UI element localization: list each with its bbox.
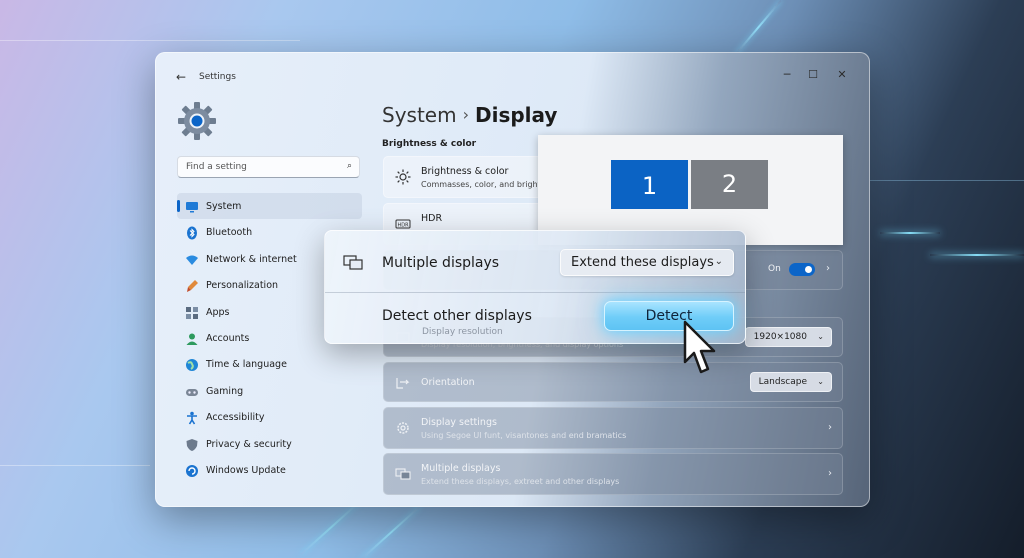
detect-other-displays-label: Detect other displays — [382, 308, 532, 324]
orientation-value: Landscape — [758, 377, 807, 387]
brush-icon — [185, 278, 199, 293]
chevron-right-icon: › — [828, 468, 832, 479]
bg-grid-line — [0, 40, 300, 41]
chevron-down-icon: ⌄ — [817, 377, 824, 386]
divider — [325, 292, 745, 293]
toggle-state-label: On — [768, 264, 781, 274]
shield-icon — [185, 437, 199, 451]
bg-diagonal-line — [300, 500, 362, 556]
maximize-button[interactable]: ☐ — [804, 67, 822, 83]
search-placeholder: Find a setting — [186, 162, 247, 172]
chevron-right-icon: › — [828, 422, 832, 433]
sidebar-item-label: Apps — [206, 306, 230, 318]
breadcrumb-separator: › — [462, 105, 469, 124]
settings-gear-icon — [177, 101, 217, 141]
chevron-right-icon[interactable]: › — [826, 263, 830, 274]
wifi-icon — [185, 252, 199, 266]
accessibility-icon — [185, 410, 199, 425]
display-mode-value: Extend these displays — [571, 255, 714, 270]
monitor-2-tile[interactable]: 2 — [691, 160, 768, 209]
ghost-subtitle: Display resolution — [422, 327, 503, 337]
chevron-down-icon: ⌄ — [817, 332, 824, 341]
sidebar-item-label: Personalization — [206, 280, 279, 292]
apps-icon — [185, 305, 199, 319]
sidebar-item-label: Bluetooth — [206, 227, 253, 239]
section-heading: Brightness & color — [382, 139, 477, 149]
toggle-knob — [805, 266, 812, 273]
breadcrumb: System › Display — [382, 103, 557, 127]
svg-text:HDR: HDR — [397, 223, 409, 229]
multiple-displays-icon — [395, 466, 411, 482]
sidebar-item-label: Network & internet — [206, 253, 297, 265]
monitor-1-tile[interactable]: 1 — [611, 160, 688, 209]
orientation-icon — [395, 375, 411, 391]
resolution-dropdown[interactable]: 1920×1080 ⌄ — [744, 327, 832, 347]
card-subtitle: Extend these displays, extreet and other… — [421, 477, 620, 486]
sun-icon — [395, 169, 411, 185]
title-bar: ← Settings ─ ☐ ✕ — [155, 52, 870, 96]
card-title: Orientation — [421, 377, 475, 388]
card-title: Brightness & color — [421, 166, 509, 177]
mouse-pointer-icon — [683, 320, 717, 378]
breadcrumb-parent[interactable]: System — [382, 103, 457, 127]
sidebar-item-privacy[interactable]: Privacy & security — [177, 431, 362, 457]
chevron-down-icon: ⌄ — [714, 256, 723, 267]
card-title: HDR — [421, 213, 443, 224]
resolution-value: 1920×1080 — [753, 332, 807, 342]
page-title: Display — [475, 103, 558, 127]
controller-icon — [185, 384, 199, 398]
display-mode-dropdown[interactable]: Extend these displays ⌄ — [560, 249, 734, 276]
search-input[interactable]: Find a setting ⌕ — [177, 156, 360, 178]
bg-glow-line — [930, 254, 1024, 256]
hdr-toggle[interactable] — [789, 263, 815, 276]
sidebar-item-label: Gaming — [206, 385, 244, 397]
multiple-displays-icon — [343, 254, 363, 272]
sidebar-item-label: Accessibility — [206, 412, 265, 424]
active-indicator — [177, 200, 180, 212]
sidebar-item-label: System — [206, 201, 242, 212]
close-button[interactable]: ✕ — [833, 67, 851, 83]
minimize-button[interactable]: ─ — [778, 67, 796, 83]
sidebar-item-windows-update[interactable]: Windows Update — [177, 457, 362, 483]
app-title: Settings — [199, 72, 236, 82]
globe-icon — [185, 357, 199, 372]
update-icon — [185, 463, 199, 477]
sidebar-item-time-language[interactable]: Time & language — [177, 351, 362, 377]
bg-diagonal-line — [735, 0, 782, 55]
bg-glow-line — [880, 232, 940, 234]
card-subtitle: Commasses, color, and brightne — [421, 180, 551, 189]
display-arrangement-preview: 1 2 — [538, 135, 843, 245]
bg-grid-line — [870, 180, 1024, 181]
sidebar-item-system[interactable]: System — [177, 193, 362, 220]
person-icon — [185, 331, 199, 345]
orientation-dropdown[interactable]: Landscape ⌄ — [749, 372, 832, 392]
sidebar-item-label: Windows Update — [206, 464, 286, 476]
multiple-displays-label: Multiple displays — [382, 255, 500, 271]
back-arrow-icon[interactable]: ← — [176, 70, 186, 84]
sidebar-item-label: Accounts — [206, 332, 250, 344]
gear-icon — [395, 420, 411, 436]
sidebar-item-gaming[interactable]: Gaming — [177, 378, 362, 404]
bg-grid-line — [0, 465, 150, 466]
search-icon: ⌕ — [346, 161, 352, 171]
card-title: Multiple displays — [421, 463, 501, 474]
card-subtitle: Using Segoe UI funt, visantones and end … — [421, 431, 627, 440]
sidebar-item-label: Privacy & security — [206, 438, 292, 450]
sidebar-item-label: Time & language — [206, 359, 287, 371]
orientation-card[interactable]: Orientation Landscape ⌄ — [383, 362, 843, 402]
bluetooth-icon — [185, 225, 199, 240]
multiple-displays-card[interactable]: Multiple displays Extend these displays,… — [383, 453, 843, 495]
bg-diagonal-line — [360, 505, 422, 558]
display-settings-card[interactable]: Display settings Using Segoe UI funt, vi… — [383, 407, 843, 449]
card-title: Display settings — [421, 417, 497, 428]
sidebar-item-accessibility[interactable]: Accessibility — [177, 404, 362, 430]
monitor-icon — [185, 199, 199, 213]
